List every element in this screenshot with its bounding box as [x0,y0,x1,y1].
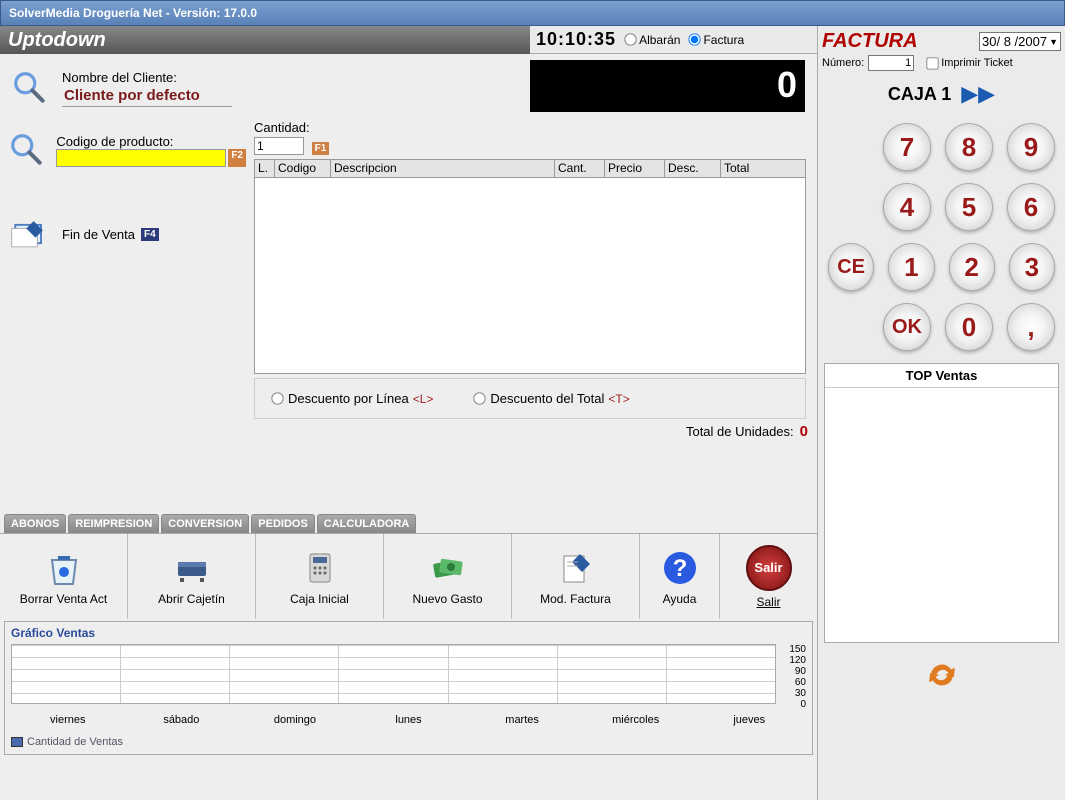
key-ce[interactable]: CE [828,243,874,291]
window-titlebar: SolverMedia Droguería Net - Versión: 17.… [0,0,1065,26]
qty-label: Cantidad: [254,120,310,135]
trash-icon [44,548,84,588]
refresh-button[interactable] [818,653,1065,697]
key-1[interactable]: 1 [888,243,934,291]
forward-icon[interactable]: ▶▶ [961,81,995,107]
open-drawer-button[interactable]: Abrir Cajetín [128,534,256,619]
clock: 10:10:35 [536,29,616,50]
search-client-icon[interactable] [8,66,52,110]
numeric-keypad: 7 8 9 4 5 6 CE 1 2 3 OK 0 , [818,123,1065,351]
search-product-icon[interactable] [8,128,46,172]
discount-line-radio[interactable]: Descuento por Línea <L> [271,391,433,406]
f4-badge: F4 [141,228,159,241]
key-9[interactable]: 9 [1007,123,1055,171]
invoice-number-input[interactable]: 1 [868,55,914,71]
client-label: Nombre del Cliente: [62,70,232,85]
col-cant: Cant. [555,160,605,177]
key-3[interactable]: 3 [1009,243,1055,291]
new-expense-button[interactable]: Nuevo Gasto [384,534,512,619]
key-5[interactable]: 5 [945,183,993,231]
numero-label: Número: [822,57,864,69]
product-code-input[interactable] [56,149,226,167]
mod-invoice-button[interactable]: Mod. Factura [512,534,640,619]
end-sale-label: Fin de Venta [62,227,135,242]
chart-legend: Cantidad de Ventas [11,736,806,748]
tab-abonos[interactable]: ABONOS [4,514,66,533]
caja-label: CAJA 1 [888,84,951,105]
exit-button[interactable]: Salir [746,545,792,591]
product-code-label: Codigo de producto: [56,134,246,149]
key-8[interactable]: 8 [945,123,993,171]
tab-reimpresion[interactable]: REIMPRESION [68,514,159,533]
col-total: Total [721,160,805,177]
brand-header: Uptodown [0,26,530,54]
invoice-icon [556,548,596,588]
tab-pedidos[interactable]: PEDIDOS [251,514,315,533]
money-icon [428,548,468,588]
help-icon: ? [660,548,700,588]
f1-badge: F1 [312,142,330,155]
print-ticket-checkbox[interactable]: Imprimir Ticket [926,57,1013,70]
col-desc: Desc. [665,160,721,177]
key-ok[interactable]: OK [883,303,931,351]
discount-total-radio[interactable]: Descuento del Total <T> [473,391,629,406]
col-descripcion: Descripcion [331,160,555,177]
drawer-icon [172,548,212,588]
top-sales-panel: TOP Ventas [824,363,1059,643]
key-4[interactable]: 4 [883,183,931,231]
radio-albaran[interactable]: Albarán [624,33,680,47]
tab-calculadora[interactable]: CALCULADORA [317,514,417,533]
radio-factura[interactable]: Factura [688,33,744,47]
qty-input[interactable] [254,137,304,155]
col-precio: Precio [605,160,665,177]
date-picker[interactable]: 30/ 8 /2007▼ [979,32,1061,51]
col-l: L. [255,160,275,177]
invoice-type-label: FACTURA [822,30,918,53]
help-button[interactable]: ? Ayuda [640,534,720,619]
exit-label: Salir [756,595,780,609]
initial-cash-button[interactable]: Caja Inicial [256,534,384,619]
client-name-input[interactable]: Cliente por defecto [62,85,232,107]
delete-sale-button[interactable]: Borrar Venta Act [0,534,128,619]
sales-chart: Gráfico Ventas 150120 9060 300 viernessá… [4,621,813,755]
line-items-table[interactable]: L. Codigo Descripcion Cant. Precio Desc.… [254,159,806,374]
end-sale-icon[interactable] [8,212,52,256]
key-comma[interactable]: , [1007,303,1055,351]
key-7[interactable]: 7 [883,123,931,171]
key-6[interactable]: 6 [1007,183,1055,231]
calculator-icon [300,548,340,588]
f2-badge: F2 [228,149,246,167]
key-2[interactable]: 2 [949,243,995,291]
total-units-label: Total de Unidades: [686,424,794,439]
key-0[interactable]: 0 [945,303,993,351]
tab-conversion[interactable]: CONVERSION [161,514,249,533]
total-display: 0 [530,60,805,112]
svg-text:?: ? [672,555,687,582]
total-units-value: 0 [800,423,808,440]
col-codigo: Codigo [275,160,331,177]
